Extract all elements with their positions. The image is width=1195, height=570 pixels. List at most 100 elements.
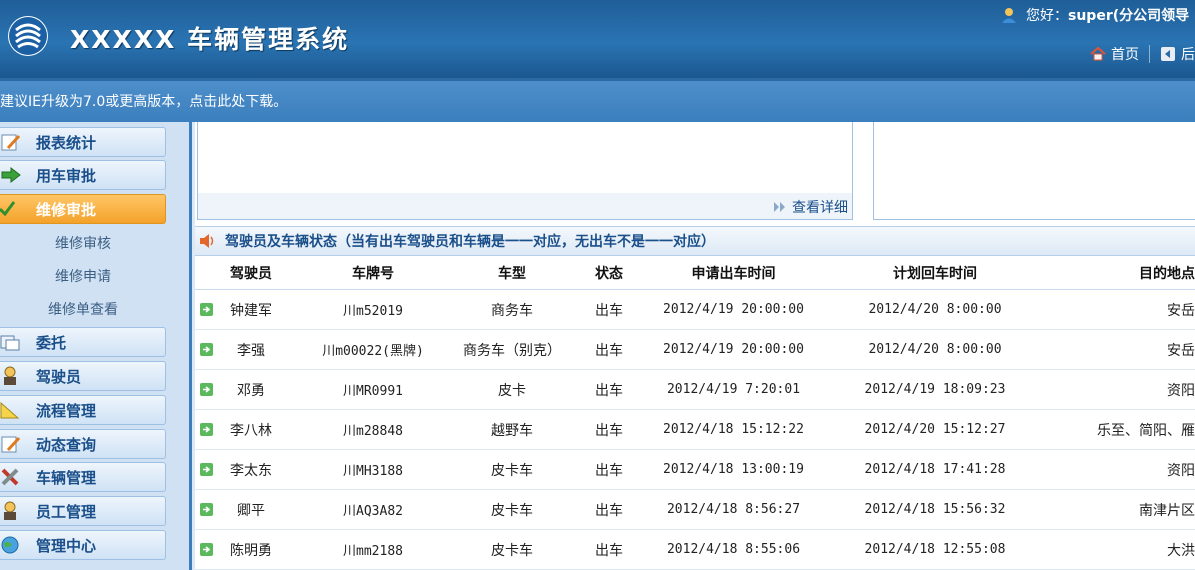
sidebar-sub-repair-apply[interactable]: 维修申请 bbox=[0, 261, 166, 291]
sidebar-item-report[interactable]: 报表统计 bbox=[0, 127, 166, 157]
row-arrow-icon[interactable] bbox=[200, 343, 213, 356]
table-row[interactable]: 钟建军 川m52019 商务车 出车 2012/4/19 20:00:00 2012/4/… bbox=[195, 290, 1195, 330]
sidebar-item-query[interactable]: 动态查询 bbox=[0, 429, 166, 459]
main-content: 查看详细 驾驶员及车辆状态（当有出车驾驶员和车辆是一一对应，无出车不是一一对应）… bbox=[195, 122, 1195, 570]
cell-destination: 资阳 bbox=[1167, 382, 1195, 399]
user-icon bbox=[1002, 8, 1016, 23]
row-arrow-icon[interactable] bbox=[200, 423, 213, 436]
cell-plate: 川m28848 bbox=[343, 424, 403, 439]
cell-type: 商务车 bbox=[491, 302, 533, 319]
side-panel bbox=[873, 122, 1195, 220]
cell-type: 皮卡车 bbox=[491, 502, 533, 519]
home-icon[interactable] bbox=[1090, 46, 1106, 62]
col-status: 状态 bbox=[595, 265, 623, 282]
user-name[interactable]: super(分公司领导 bbox=[1068, 5, 1189, 25]
cell-return-time: 2012/4/20 8:00:00 bbox=[868, 342, 1002, 357]
sidebar-item-process[interactable]: 流程管理 bbox=[0, 395, 166, 425]
table-header: 驾驶员 车牌号 车型 状态 申请出车时间 计划回车时间 目的地点 bbox=[195, 256, 1195, 290]
cell-return-time: 2012/4/18 15:56:32 bbox=[864, 502, 1006, 517]
cell-type: 商务车（别克） bbox=[463, 342, 561, 359]
table-row[interactable]: 卿平 川AQ3A82 皮卡车 出车 2012/4/18 8:56:27 2012/4/18… bbox=[195, 490, 1195, 530]
greeting-label: 您好： bbox=[1026, 8, 1068, 24]
col-type: 车型 bbox=[498, 265, 526, 282]
cell-destination: 资阳 bbox=[1167, 462, 1195, 479]
cell-plate: 川m52019 bbox=[343, 304, 403, 319]
sidebar-item-driver[interactable]: 驾驶员 bbox=[0, 361, 166, 391]
cell-plate: 川MH3188 bbox=[343, 464, 403, 479]
table-row[interactable]: 李八林 川m28848 越野车 出车 2012/4/18 15:12:22 2012/4/… bbox=[195, 410, 1195, 450]
report-icon bbox=[1, 134, 21, 151]
cell-status: 出车 bbox=[595, 382, 623, 399]
info-panel: 查看详细 bbox=[197, 122, 853, 220]
cell-status: 出车 bbox=[595, 462, 623, 479]
row-arrow-icon[interactable] bbox=[200, 463, 213, 476]
cell-driver: 李八林 bbox=[230, 422, 272, 439]
cell-status: 出车 bbox=[595, 342, 623, 359]
edit-icon bbox=[1, 436, 21, 453]
ie-upgrade-notice[interactable]: 建议IE升级为7.0或更高版本，点击此处下载。 bbox=[0, 91, 287, 111]
sidebar-item-delegate[interactable]: 委托 bbox=[0, 327, 166, 357]
sidebar-item-repair-approval[interactable]: 维修审批 bbox=[0, 194, 166, 224]
col-return-time: 计划回车时间 bbox=[893, 265, 977, 282]
top-nav: 首页 后 bbox=[1090, 44, 1195, 64]
cell-plate: 川AQ3A82 bbox=[343, 504, 403, 519]
cell-type: 越野车 bbox=[491, 422, 533, 439]
cell-start-time: 2012/4/18 13:00:19 bbox=[663, 462, 804, 477]
cell-start-time: 2012/4/18 8:55:06 bbox=[666, 542, 801, 557]
cell-destination: 乐至、简阳、雁 bbox=[1097, 422, 1195, 439]
sidebar-item-vehicle[interactable]: 车辆管理 bbox=[0, 462, 166, 492]
home-link[interactable]: 首页 bbox=[1111, 44, 1139, 64]
speaker-icon bbox=[200, 234, 214, 248]
cell-return-time: 2012/4/18 17:41:28 bbox=[864, 462, 1006, 477]
sidebar-sub-repair-review[interactable]: 维修审核 bbox=[0, 228, 166, 258]
cell-destination: 大洪 bbox=[1167, 542, 1195, 559]
cell-start-time: 2012/4/19 20:00:00 bbox=[663, 302, 804, 317]
cell-start-time: 2012/4/19 7:20:01 bbox=[666, 382, 801, 397]
delegate-icon bbox=[0, 335, 20, 351]
cell-type: 皮卡 bbox=[498, 382, 526, 399]
section-header: 驾驶员及车辆状态（当有出车驾驶员和车辆是一一对应，无出车不是一一对应） bbox=[195, 226, 1195, 256]
cell-return-time: 2012/4/20 15:12:27 bbox=[864, 422, 1006, 437]
table-row[interactable]: 李强 川m00022(黑牌) 商务车（别克） 出车 2012/4/19 20:00:00… bbox=[195, 330, 1195, 370]
checkmark-icon bbox=[0, 201, 16, 217]
col-plate: 车牌号 bbox=[352, 265, 394, 282]
sidebar-sub-repair-view[interactable]: 维修单查看 bbox=[0, 294, 166, 324]
cell-plate: 川m00022(黑牌) bbox=[322, 344, 424, 359]
driver-vehicle-table: 驾驶员 车牌号 车型 状态 申请出车时间 计划回车时间 目的地点 钟建军 川m52… bbox=[195, 256, 1195, 570]
row-arrow-icon[interactable] bbox=[200, 503, 213, 516]
view-detail-link[interactable]: 查看详细 bbox=[773, 197, 848, 217]
back-link[interactable]: 后 bbox=[1181, 44, 1195, 64]
cell-status: 出车 bbox=[595, 302, 623, 319]
row-arrow-icon[interactable] bbox=[200, 543, 213, 556]
double-arrow-icon bbox=[774, 202, 785, 212]
sidebar-item-admin-center[interactable]: 管理中心 bbox=[0, 530, 166, 560]
sidebar-item-staff[interactable]: 员工管理 bbox=[0, 496, 166, 526]
cell-return-time: 2012/4/20 8:00:00 bbox=[868, 302, 1002, 317]
cell-destination: 安岳 bbox=[1167, 302, 1195, 319]
app-title: XXXXX 车辆管理系统 bbox=[70, 25, 350, 54]
sidebar: 报表统计 用车审批 维修审批 维修审核 维修申请 维修单查看 委托 驾驶员 流程… bbox=[0, 122, 192, 570]
row-arrow-icon[interactable] bbox=[200, 383, 213, 396]
cell-type: 皮卡车 bbox=[491, 542, 533, 559]
cell-destination: 南津片区 bbox=[1139, 502, 1195, 519]
cell-status: 出车 bbox=[595, 502, 623, 519]
table-row[interactable]: 邓勇 川MR0991 皮卡 出车 2012/4/19 7:20:01 2012/4/19 … bbox=[195, 370, 1195, 410]
table-row[interactable]: 李太东 川MH3188 皮卡车 出车 2012/4/18 13:00:19 2012/4/… bbox=[195, 450, 1195, 490]
cell-driver: 李强 bbox=[237, 342, 265, 359]
cell-driver: 陈明勇 bbox=[230, 542, 272, 559]
table-row[interactable]: 陈明勇 川mm2188 皮卡车 出车 2012/4/18 8:55:06 2012/4/1… bbox=[195, 530, 1195, 570]
staff-icon bbox=[4, 501, 16, 520]
user-greeting: 您好： super(分公司领导 bbox=[1000, 4, 1189, 26]
cell-status: 出车 bbox=[595, 422, 623, 439]
col-driver: 驾驶员 bbox=[230, 265, 272, 282]
cell-start-time: 2012/4/19 20:00:00 bbox=[663, 342, 804, 357]
cell-driver: 卿平 bbox=[237, 502, 265, 519]
section-title: 驾驶员及车辆状态（当有出车驾驶员和车辆是一一对应，无出车不是一一对应） bbox=[225, 234, 715, 250]
row-arrow-icon[interactable] bbox=[200, 303, 213, 316]
notice-bar: 建议IE升级为7.0或更高版本，点击此处下载。 bbox=[0, 78, 1195, 122]
app-header: XXXXX 车辆管理系统 您好： super(分公司领导 首页 后 bbox=[0, 0, 1195, 78]
sidebar-item-car-approval[interactable]: 用车审批 bbox=[0, 160, 166, 190]
nav-divider bbox=[1149, 45, 1150, 63]
col-destination: 目的地点 bbox=[1139, 265, 1195, 282]
back-icon[interactable] bbox=[1160, 46, 1176, 62]
